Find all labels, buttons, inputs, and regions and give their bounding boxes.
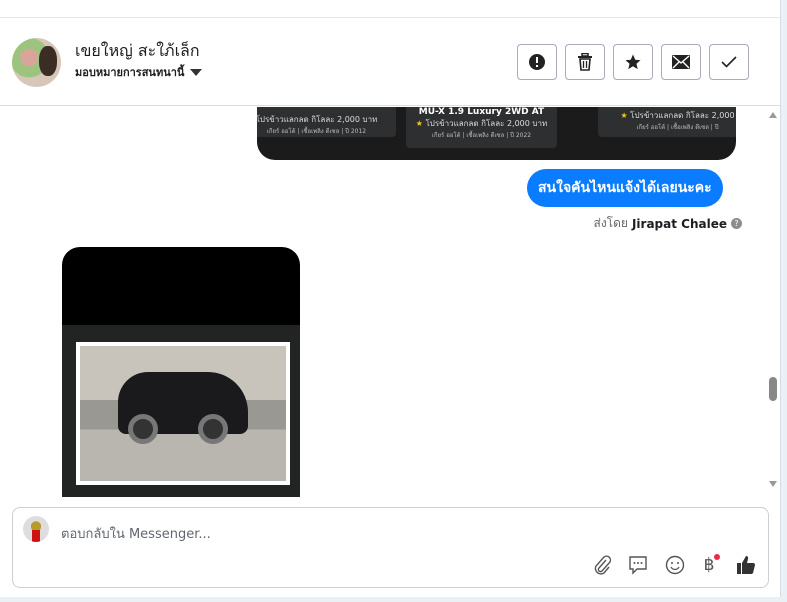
assign-conversation-dropdown[interactable]: มอบหมายการสนทนานี้ xyxy=(75,63,203,81)
scrollbar-thumb[interactable] xyxy=(769,377,777,401)
baht-glyph: ฿ xyxy=(703,555,715,575)
assign-label: มอบหมายการสนทนานี้ xyxy=(75,66,185,79)
paperclip-icon[interactable] xyxy=(591,554,613,576)
star-button[interactable] xyxy=(613,44,653,80)
carousel-card[interactable]: MU-X 1.9 Luxury 2WD AT ★ โปรข้าวแลกลด กิ… xyxy=(406,107,557,148)
envelope-icon xyxy=(672,55,690,69)
carousel-card[interactable]: ★ โปรข้าวแลกลด กิโลละ 2,000 เกียร์ ออโต้… xyxy=(598,107,736,137)
smiley-icon[interactable] xyxy=(664,554,686,576)
help-icon[interactable]: ? xyxy=(731,218,742,229)
page-avatar xyxy=(23,516,49,542)
chat-bubble-icon[interactable] xyxy=(627,554,649,576)
exclamation-circle-icon xyxy=(529,54,545,70)
wheel xyxy=(198,414,228,444)
car-photo-content xyxy=(80,346,286,481)
caret-down-icon xyxy=(190,68,203,76)
card-promo: ★ โปรข้าวแลกลด กิโลละ 2,000 xyxy=(598,109,736,122)
card-promo: ★ โปรข้าวแลกลด กิโลละ 2,000 บาท xyxy=(406,117,557,130)
scroll-up-arrow[interactable] xyxy=(769,112,777,118)
star-icon: ★ xyxy=(620,111,628,120)
window-edge xyxy=(780,0,787,602)
scrollbar[interactable] xyxy=(766,107,780,495)
baht-icon[interactable]: ฿ xyxy=(698,554,720,576)
incoming-image-message[interactable] xyxy=(62,247,300,497)
sent-by-prefix: ส่งโดย xyxy=(593,216,628,230)
carousel-card[interactable]: โปรข้าวแลกลด กิโลละ 2,000 บาท เกียร์ ออโ… xyxy=(257,107,396,137)
top-bar xyxy=(0,0,780,18)
reply-input[interactable]: ตอบกลับใน Messenger... xyxy=(61,523,211,544)
card-promo-text: โปรข้าวแลกลด กิโลละ 2,000 บาท xyxy=(425,119,548,128)
car-photo[interactable] xyxy=(76,342,290,485)
trash-icon xyxy=(578,53,592,71)
contact-name[interactable]: เขยใหญ่ สะใภ้เล็ก xyxy=(75,39,200,64)
notification-dot xyxy=(714,554,720,560)
conversation-header: เขยใหญ่ สะใภ้เล็ก มอบหมายการสนทนานี้ xyxy=(0,18,780,106)
outgoing-message[interactable]: สนใจคันไหนแจ้งได้เลยนะคะ xyxy=(527,169,723,207)
card-meta: เกียร์ ออโต้ | เชื้อเพลิง ดีเซล | ปี xyxy=(636,124,719,131)
sender-name: Jirapat Chalee xyxy=(631,216,727,231)
card-meta: เกียร์ ออโต้ | เชื้อเพลิง ดีเซล | ปี 201… xyxy=(266,128,367,135)
contact-avatar[interactable] xyxy=(12,38,61,87)
card-promo-text: โปรข้าวแลกลด กิโลละ 2,000 xyxy=(630,111,735,120)
mark-done-button[interactable] xyxy=(709,44,749,80)
wheel xyxy=(128,414,158,444)
thumbs-up-icon[interactable] xyxy=(735,554,757,576)
card-title: MU-X 1.9 Luxury 2WD AT xyxy=(418,107,545,117)
scroll-down-arrow[interactable] xyxy=(769,481,777,487)
delete-button[interactable] xyxy=(565,44,605,80)
mark-spam-button[interactable] xyxy=(517,44,557,80)
mark-unread-button[interactable] xyxy=(661,44,701,80)
star-icon: ★ xyxy=(415,119,423,128)
sent-by-info: ส่งโดย Jirapat Chalee ? xyxy=(593,214,742,233)
card-promo: โปรข้าวแลกลด กิโลละ 2,000 บาท xyxy=(257,115,378,124)
star-icon xyxy=(625,54,641,70)
product-carousel-message: โปรข้าวแลกลด กิโลละ 2,000 บาท เกียร์ ออโ… xyxy=(257,107,736,160)
reply-composer[interactable]: ตอบกลับใน Messenger... ฿ xyxy=(12,507,769,588)
check-icon xyxy=(721,56,737,68)
card-meta: เกียร์ ออโต้ | เชื้อเพลิง ดีเซล | ปี 202… xyxy=(431,132,532,139)
window-edge-bottom xyxy=(0,597,787,602)
